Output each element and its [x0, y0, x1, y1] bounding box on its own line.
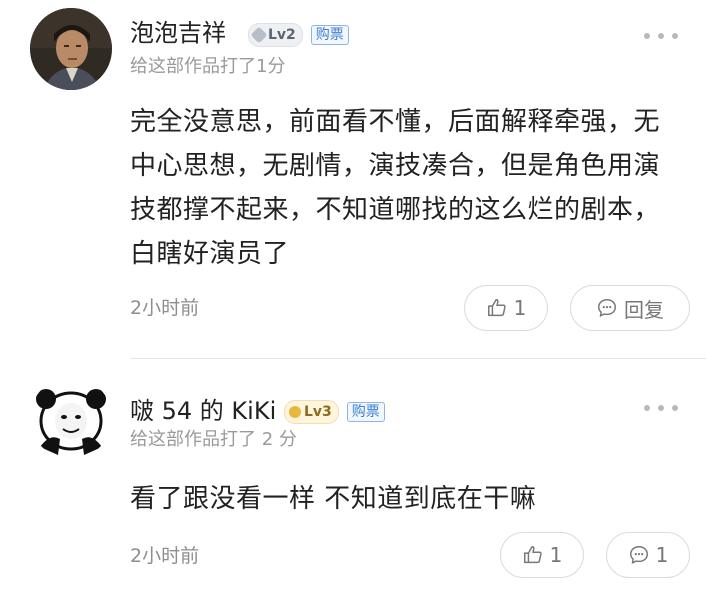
- like-button[interactable]: 1: [500, 532, 584, 578]
- thumbs-up-icon: [487, 299, 506, 317]
- avatar[interactable]: [30, 8, 112, 90]
- ticket-badge: 购票: [346, 402, 385, 422]
- comment-item: 啵 54 的 KiKi Lv3 购票 给这部作品打了 2 分 看了跟没看一样 不…: [0, 360, 706, 606]
- like-count: 1: [549, 543, 563, 567]
- reply-button[interactable]: 回复: [570, 285, 690, 331]
- comment-text: 看了跟没看一样 不知道到底在干嘛: [130, 484, 537, 514]
- divider: [130, 358, 706, 359]
- panda-meme-avatar-icon: [30, 377, 112, 459]
- comment-text: 完全没意思，前面看不懂，后面解释牵强，无中心思想，无剧情，演技凑合，但是角色用演…: [130, 107, 661, 269]
- like-count: 1: [513, 296, 527, 320]
- timestamp: 2小时前: [130, 297, 200, 319]
- more-options-icon[interactable]: [644, 30, 678, 42]
- timestamp: 2小时前: [130, 545, 200, 567]
- username[interactable]: 啵 54 的 KiKi: [130, 396, 276, 426]
- level-badge: Lv3: [284, 400, 339, 424]
- avatar[interactable]: [30, 377, 112, 459]
- chat-bubble-icon: [629, 546, 648, 565]
- thumbs-up-icon: [523, 546, 542, 564]
- reply-count: 1: [655, 543, 669, 567]
- username[interactable]: 泡泡吉祥: [130, 18, 226, 48]
- like-button[interactable]: 1: [464, 285, 548, 331]
- level-gem-icon: [250, 26, 268, 44]
- reply-button[interactable]: 1: [606, 532, 690, 578]
- level-badge: Lv2: [248, 23, 303, 47]
- rating-subtitle: 给这部作品打了1分: [130, 56, 286, 77]
- user-photo-avatar-icon: [30, 8, 112, 90]
- comment-item: 泡泡吉祥 Lv2 购票 给这部作品打了1分 完全没意思，前面看不懂，后面解释牵强…: [0, 0, 706, 358]
- level-label: Lv2: [268, 27, 296, 43]
- chat-bubble-icon: [598, 299, 616, 318]
- ticket-badge: 购票: [310, 25, 349, 45]
- badges: Lv3 购票: [284, 400, 385, 424]
- level-gem-icon: [289, 406, 301, 418]
- badges: Lv2 购票: [248, 23, 349, 47]
- rating-subtitle: 给这部作品打了 2 分: [130, 429, 297, 450]
- more-options-icon[interactable]: [644, 402, 678, 414]
- level-label: Lv3: [304, 404, 332, 420]
- reply-label: 回复: [624, 297, 664, 322]
